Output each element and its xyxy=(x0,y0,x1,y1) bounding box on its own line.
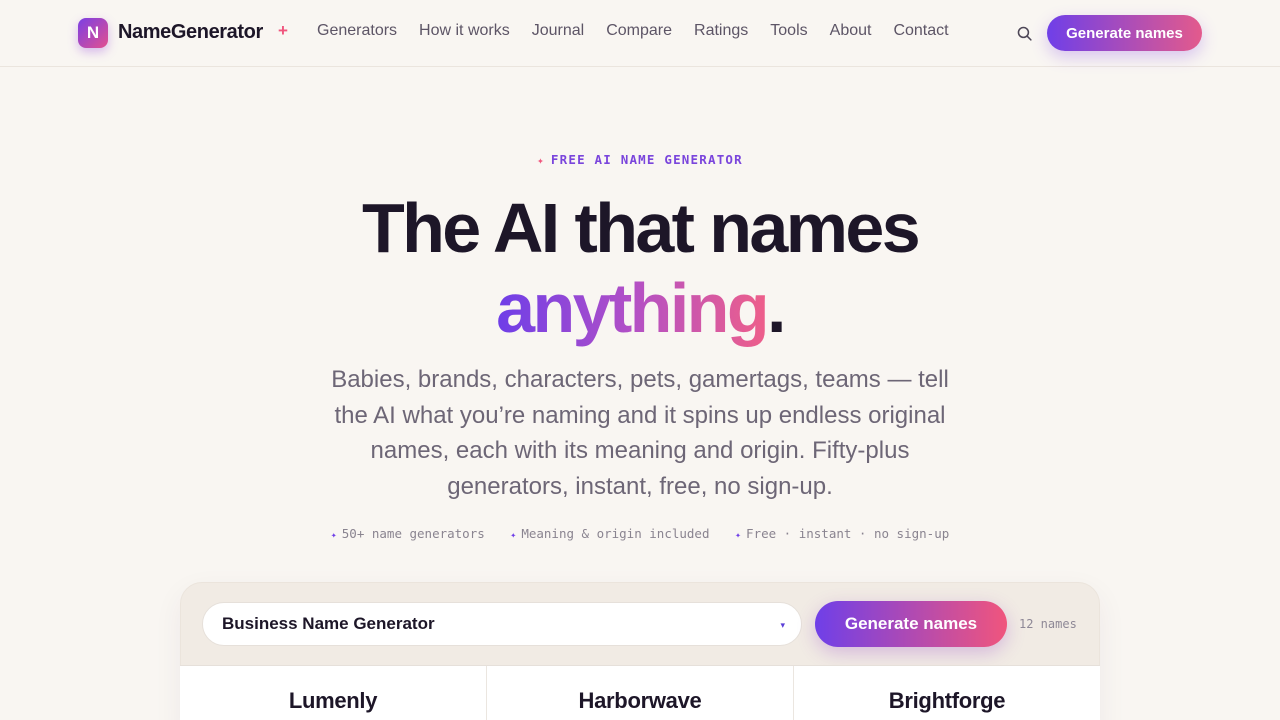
nav-link-how-it-works[interactable]: How it works xyxy=(419,22,510,40)
logo-icon[interactable]: N xyxy=(78,18,108,48)
sparkle-icon: ✦ xyxy=(735,530,742,541)
feature-item: ✦ Free · instant · no sign-up xyxy=(735,526,949,541)
hero-title: The AI that names xyxy=(361,189,921,267)
result-card[interactable]: Lumenly xyxy=(180,666,487,720)
hero-title-dot: . xyxy=(767,269,786,347)
generator-card: Business Name Generator ▾ Generate names… xyxy=(180,582,1100,720)
search-icon[interactable] xyxy=(1016,25,1033,42)
feature-label: Free · instant · no sign-up xyxy=(746,526,950,541)
nav-link-compare[interactable]: Compare xyxy=(606,22,672,40)
hero-title-line2: anything. xyxy=(0,268,1280,348)
names-count: 12 names xyxy=(1019,617,1077,631)
hero-title-accent: anything xyxy=(496,269,769,347)
sparkle-icon: ✦ xyxy=(537,154,545,167)
nav-link-about[interactable]: About xyxy=(830,22,872,40)
feature-item: ✦ 50+ name generators xyxy=(331,526,485,541)
generator-select-value: Business Name Generator xyxy=(222,614,435,633)
nav-link-generators[interactable]: Generators xyxy=(317,22,397,40)
sparkle-icon: ✦ xyxy=(330,530,337,541)
nav-link-journal[interactable]: Journal xyxy=(532,22,584,40)
result-card[interactable]: Harborwave xyxy=(487,666,794,720)
generate-names-button[interactable]: Generate names xyxy=(815,601,1007,647)
sparkle-icon: ✦ xyxy=(510,530,517,541)
nav-generate-button[interactable]: Generate names xyxy=(1047,15,1202,51)
results-grid: Lumenly Harborwave Brightforge xyxy=(180,665,1100,720)
generator-select[interactable]: Business Name Generator ▾ xyxy=(202,602,802,646)
feature-label: Meaning & origin included xyxy=(521,526,710,541)
logo-text[interactable]: NameGenerator xyxy=(118,21,263,44)
nav-links: Generators How it works Journal Compare … xyxy=(317,22,971,40)
nav-link-contact[interactable]: Contact xyxy=(893,22,948,40)
result-card[interactable]: Brightforge xyxy=(794,666,1100,720)
feature-item: ✦ Meaning & origin included xyxy=(510,526,709,541)
nav-link-ratings[interactable]: Ratings xyxy=(694,22,748,40)
top-nav: N NameGenerator + Generators How it work… xyxy=(0,0,1280,67)
hero-eyebrow: ✦ FREE AI NAME GENERATOR xyxy=(0,152,1280,167)
feature-label: 50+ name generators xyxy=(341,526,485,541)
chevron-down-icon: ▾ xyxy=(780,620,785,630)
feature-list: ✦ 50+ name generators ✦ Meaning & origin i… xyxy=(0,526,1280,541)
hero-description: Babies, brands, characters, pets, gamert… xyxy=(331,366,949,500)
hero-eyebrow-text: FREE AI NAME GENERATOR xyxy=(550,152,743,167)
nav-link-tools[interactable]: Tools xyxy=(770,22,807,40)
logo-plus-icon: + xyxy=(278,21,288,40)
